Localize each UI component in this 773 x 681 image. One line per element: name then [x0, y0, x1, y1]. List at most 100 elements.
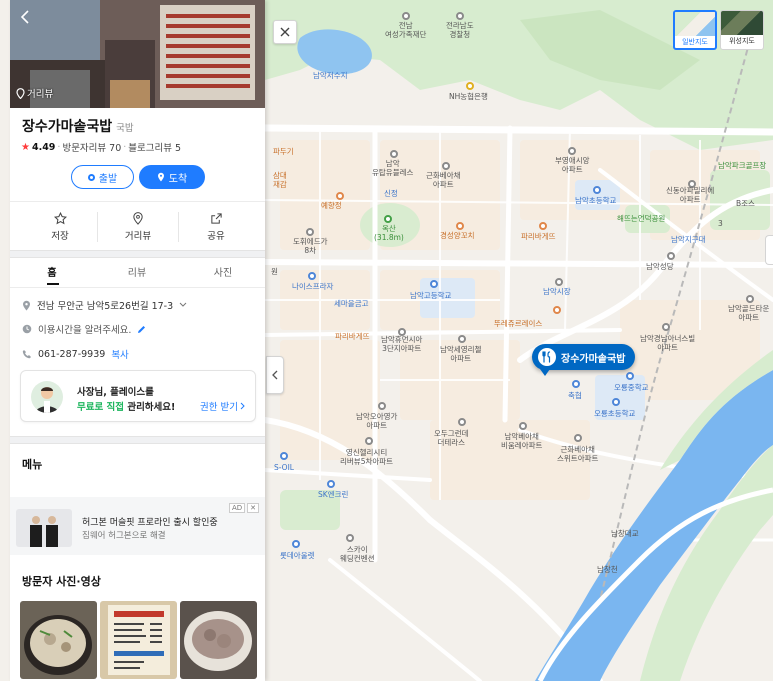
poi-gas-station[interactable]: [327, 480, 335, 488]
poi-dot[interactable]: [346, 534, 354, 542]
map-label: 남악고등학교: [410, 291, 452, 300]
poi-dot[interactable]: [555, 278, 563, 286]
layer-normal-label: 일반지도: [682, 38, 708, 46]
rating-value: 4.49: [31, 141, 56, 153]
poi-bakery[interactable]: [553, 306, 561, 314]
roadview-action[interactable]: 거리뷰: [108, 212, 168, 242]
map-label: 오두그런데 더테라스: [434, 429, 469, 447]
selected-place-marker[interactable]: 장수가마솥국밥: [532, 344, 636, 370]
marker-pin-tail: [540, 369, 550, 376]
poi-dot[interactable]: [456, 12, 464, 20]
ad-close-icon[interactable]: ✕: [247, 503, 259, 513]
poi-mountain[interactable]: [384, 215, 392, 223]
poi-dot[interactable]: [568, 147, 576, 155]
poi-dot[interactable]: [365, 437, 373, 445]
visitor-photo-soup[interactable]: [20, 601, 97, 679]
back-button[interactable]: [16, 8, 34, 26]
map-label: 세마을금고: [334, 299, 369, 308]
layer-satellite-button[interactable]: 위성지도: [720, 10, 764, 50]
visitor-photo-menu[interactable]: [100, 601, 177, 679]
poi-dot[interactable]: [662, 323, 670, 331]
save-action[interactable]: 저장: [30, 212, 90, 242]
poi-dot[interactable]: [667, 252, 675, 260]
tab-home[interactable]: 홈: [12, 264, 92, 279]
map-label: 파리바게뜨: [521, 232, 556, 241]
chevron-left-icon: [272, 370, 278, 380]
blog-review-link[interactable]: 블로그리뷰 5: [128, 140, 181, 154]
poi-school[interactable]: [626, 372, 634, 380]
layer-normal-button[interactable]: 일반지도: [673, 10, 717, 50]
poi-school[interactable]: [430, 280, 438, 288]
poi-restaurant[interactable]: [336, 192, 344, 200]
hours-row[interactable]: 이용시간을 알려주세요.: [22, 322, 146, 336]
poi-building[interactable]: [572, 380, 580, 388]
location-pin-icon: [157, 172, 164, 182]
poi-dot[interactable]: [458, 418, 466, 426]
visitor-photo-meat[interactable]: [180, 601, 257, 679]
owner-avatar: [31, 381, 63, 413]
ad-subtitle: 짐웨어 허그본으로 해결: [82, 531, 166, 541]
pencil-icon[interactable]: [137, 325, 146, 334]
poi-dot[interactable]: [378, 402, 386, 410]
arrive-button[interactable]: 도착: [139, 165, 205, 189]
map-label: 스카이 웨딩컨벤션: [340, 545, 375, 563]
poi-school[interactable]: [612, 398, 620, 406]
poi-building[interactable]: [308, 272, 316, 280]
owner-claim-banner[interactable]: 사장님, 플레이스를 무료로 직접 관리하세요! 권한 받기: [20, 370, 256, 422]
map-label: 파리바게뜨: [335, 332, 370, 341]
poi-mall[interactable]: [292, 540, 300, 548]
close-panel-button[interactable]: [273, 20, 297, 44]
hours-text: 이용시간을 알려주세요.: [38, 325, 132, 336]
claim-permission-link[interactable]: 권한 받기: [200, 399, 245, 413]
street-view-label: 거리뷰: [27, 89, 54, 100]
visitor-review-link[interactable]: 방문자리뷰 70: [62, 140, 121, 154]
poi-school[interactable]: [593, 186, 601, 194]
separator: ·: [123, 141, 127, 153]
poi-dot[interactable]: [306, 228, 314, 236]
poi-dot[interactable]: [519, 422, 527, 430]
phone-row[interactable]: 061-287-9939 복사: [22, 347, 129, 361]
poi-restaurant[interactable]: [456, 222, 464, 230]
tab-photos[interactable]: 사진: [183, 264, 263, 279]
chevron-left-icon: [21, 10, 29, 24]
share-action[interactable]: 공유: [186, 212, 246, 242]
rating-row: ★ 4.49 · 방문자리뷰 70 · 블로그리뷰 5: [21, 140, 181, 155]
map-label: SK엔크린: [318, 490, 349, 499]
section-gap: [10, 250, 265, 258]
depart-button[interactable]: 출발: [71, 165, 134, 189]
map-label: 남악골드타운 아파트: [728, 304, 770, 322]
map-label: B조스: [736, 199, 755, 208]
banner-line-2: 무료로 직접 관리하세요!: [77, 399, 175, 413]
poi-dot[interactable]: [442, 162, 450, 170]
map-label: 남악파크골프장: [718, 161, 767, 170]
street-view-photo[interactable]: 거리뷰: [10, 0, 265, 108]
street-view-badge[interactable]: 거리뷰: [16, 86, 53, 100]
roadview-label: 거리뷰: [124, 231, 152, 242]
banner-line-1: 사장님, 플레이스를: [77, 387, 154, 398]
poi-dot[interactable]: [402, 12, 410, 20]
poi-dot[interactable]: [574, 434, 582, 442]
map-label: 예향정: [321, 201, 342, 210]
satellite-map-thumbnail: [721, 11, 763, 35]
normal-map-thumbnail: [675, 12, 715, 36]
map-label: 남악지구대: [671, 235, 706, 244]
copy-phone-button[interactable]: 복사: [111, 347, 128, 361]
poi-gas-station[interactable]: [280, 452, 288, 460]
share-icon: [210, 213, 222, 224]
poi-bakery[interactable]: [539, 222, 547, 230]
depart-label: 출발: [98, 173, 118, 185]
divider: [10, 287, 265, 288]
tab-reviews[interactable]: 리뷰: [97, 264, 177, 279]
marker-label: 장수가마솥국밥: [561, 353, 626, 365]
ad-block[interactable]: AD ✕ 허그본 머슬핏 프로라인 출시 할인중 짐웨어 허그본으로 해결: [10, 497, 265, 555]
collapse-panel-handle[interactable]: [266, 356, 284, 394]
poi-dot[interactable]: [458, 335, 466, 343]
poi-dot[interactable]: [390, 150, 398, 158]
poi-bank[interactable]: [466, 82, 474, 90]
action-divider: [178, 212, 179, 242]
map-label: 오룡중학교: [614, 383, 649, 392]
map-edge-control[interactable]: [765, 235, 773, 265]
map-label: 영신헬리시티 리버뷰5차아파트: [340, 448, 394, 466]
address-row[interactable]: 전남 무안군 남악5로26번길 17-3: [22, 298, 187, 312]
poi-dot[interactable]: [746, 295, 754, 303]
